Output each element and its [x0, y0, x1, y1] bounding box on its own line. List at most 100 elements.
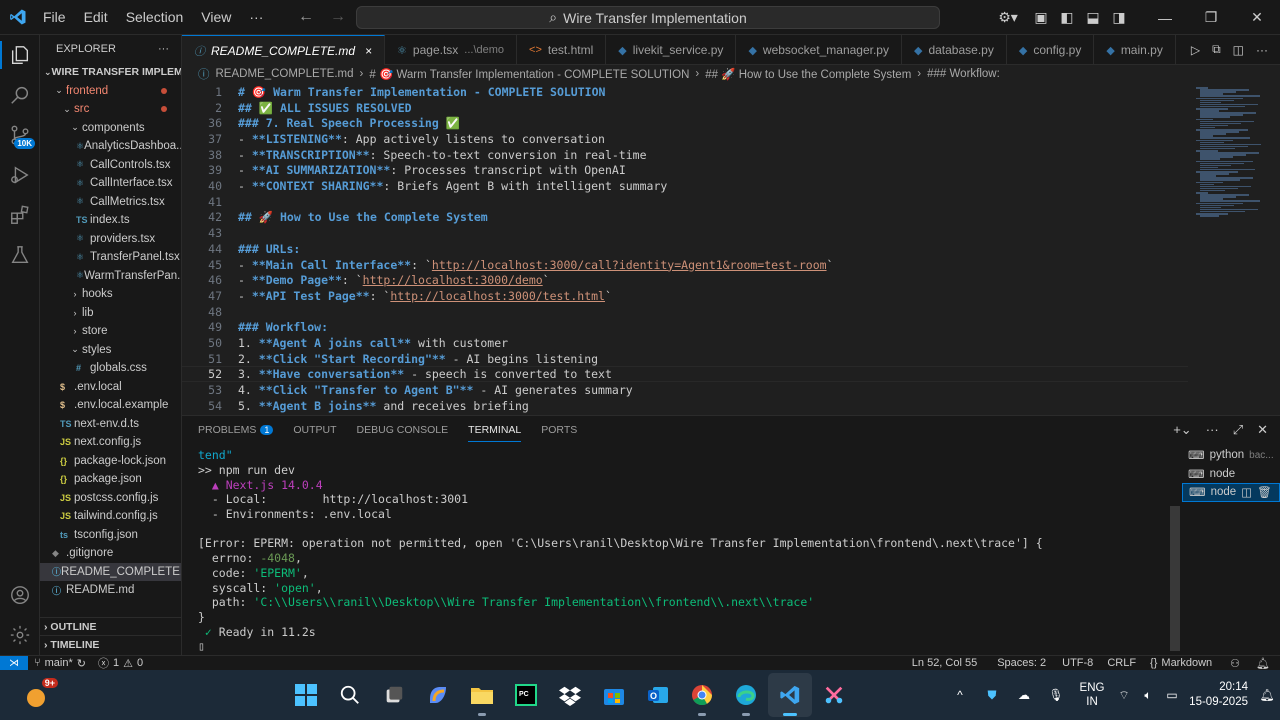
- code-line[interactable]: 44 ### URLs:: [182, 241, 300, 257]
- code-line[interactable]: 51 2. **Click "Start Recording"** - AI be…: [182, 351, 598, 367]
- code-line[interactable]: 48: [182, 304, 222, 320]
- close-tab-icon[interactable]: ×: [365, 44, 372, 58]
- code-line[interactable]: 42 ## 🚀 How to Use the Complete System: [182, 210, 488, 226]
- file-tree-item[interactable]: ⚛ CallMetrics.tsx: [40, 193, 181, 212]
- source-control-icon[interactable]: 10K: [0, 115, 40, 155]
- close-panel-icon[interactable]: ✕: [1257, 422, 1268, 438]
- file-tree-item[interactable]: {} package.json: [40, 470, 181, 489]
- code-line[interactable]: 36 ### 7. Real Speech Processing ✅: [182, 115, 460, 131]
- close-window-icon[interactable]: ✕: [1234, 0, 1280, 35]
- tab-config-py[interactable]: ◆ config.py: [1007, 35, 1095, 65]
- file-tree-item[interactable]: ⌄ styles: [40, 341, 181, 360]
- code-line[interactable]: 37 - **LISTENING**: App actively listens …: [182, 131, 605, 147]
- file-tree-item[interactable]: ⌄ components: [40, 119, 181, 138]
- file-tree-item[interactable]: JS postcss.config.js: [40, 489, 181, 508]
- terminal-instance[interactable]: ⌨ node ◫ 🗑︎: [1182, 483, 1280, 502]
- start-windows-icon[interactable]: [284, 673, 328, 717]
- file-tree-item[interactable]: ◆ .gitignore: [40, 544, 181, 563]
- code-line[interactable]: 38 - **TRANSCRIPTION**: Speech-to-text co…: [182, 147, 646, 163]
- cursor-position[interactable]: Ln 52, Col 55: [906, 657, 991, 669]
- explorer-icon[interactable]: [0, 35, 40, 75]
- weather-widget-icon[interactable]: 9+: [14, 676, 58, 720]
- menu-view[interactable]: View: [193, 5, 239, 29]
- microsoft-store-icon[interactable]: [592, 673, 636, 717]
- terminal-instance[interactable]: ⌨ node: [1182, 465, 1280, 484]
- new-terminal-icon[interactable]: +⌄: [1173, 422, 1191, 438]
- code-line[interactable]: 53 4. **Click "Transfer to Agent B"** - A…: [182, 382, 633, 398]
- manage-gear-icon[interactable]: [0, 615, 40, 655]
- code-line[interactable]: 49 ### Workflow:: [182, 320, 328, 336]
- menu-selection[interactable]: Selection: [118, 5, 192, 29]
- notifications-bell-icon[interactable]: 🔔︎: [1250, 657, 1280, 670]
- encoding[interactable]: UTF-8: [1056, 657, 1101, 669]
- task-view-icon[interactable]: [372, 673, 416, 717]
- branch-status[interactable]: ⑂ main* ↻: [28, 657, 92, 670]
- restore-icon[interactable]: ❐: [1188, 0, 1234, 35]
- panel-tab-debug-console[interactable]: DEBUG CONSOLE: [357, 416, 449, 444]
- code-line[interactable]: 41: [182, 194, 222, 210]
- menu-more[interactable]: ···: [241, 5, 271, 29]
- vscode-taskbar-icon[interactable]: [768, 673, 812, 717]
- file-tree-item[interactable]: $ .env.local.example: [40, 396, 181, 415]
- file-tree-item[interactable]: # globals.css: [40, 359, 181, 378]
- microphone-icon[interactable]: 🎙︎: [1040, 670, 1072, 720]
- tab-test-html[interactable]: <> test.html: [517, 35, 607, 65]
- run-icon[interactable]: ▷: [1191, 43, 1200, 57]
- open-preview-icon[interactable]: ⧉: [1212, 42, 1221, 57]
- problems-status[interactable]: ⓧ 1 ⚠ 0: [92, 655, 149, 671]
- line-ending[interactable]: CRLF: [1101, 657, 1144, 669]
- timeline-section[interactable]: › TIMELINE: [40, 635, 181, 653]
- file-tree-item[interactable]: ⚛ AnalyticsDashboa...: [40, 137, 181, 156]
- file-tree-item[interactable]: ⚛ CallControls.tsx: [40, 156, 181, 175]
- code-line[interactable]: 45 - **Main Call Interface**: `http://loc…: [182, 257, 833, 273]
- panel-tab-terminal[interactable]: TERMINAL: [468, 416, 522, 444]
- file-tree-item[interactable]: ⌄ frontend: [40, 82, 181, 101]
- tab-page-tsx[interactable]: ⚛ page.tsx ...\demo: [385, 35, 518, 65]
- toggle-secondary-sidebar-icon[interactable]: ◨: [1106, 0, 1132, 35]
- remote-indicator-icon[interactable]: ⋊: [0, 655, 28, 671]
- language-mode[interactable]: {} Markdown: [1144, 657, 1224, 669]
- terminal-output[interactable]: tend" >> npm run dev ▲ Next.js 14.0.4 - L…: [198, 448, 1163, 653]
- clock[interactable]: 20:14 15-09-2025: [1184, 680, 1254, 710]
- breadcrumb-h2[interactable]: ## 🚀 How to Use the Complete System: [705, 67, 911, 81]
- code-line[interactable]: 54 5. **Agent B joins** and receives brie…: [182, 398, 529, 414]
- menu-file[interactable]: File: [35, 5, 74, 29]
- minimize-icon[interactable]: —: [1142, 0, 1188, 35]
- chevron-up-icon[interactable]: ^: [944, 670, 976, 720]
- copilot-icon[interactable]: ⚙▾: [988, 0, 1028, 35]
- file-tree-item[interactable]: TS next-env.d.ts: [40, 415, 181, 434]
- menu-edit[interactable]: Edit: [76, 5, 116, 29]
- forward-arrow-icon[interactable]: →: [330, 8, 346, 26]
- language-indicator[interactable]: ENG IN: [1072, 681, 1112, 709]
- code-editor[interactable]: 1 # 🎯 Warm Transfer Implementation - COMP…: [182, 83, 1280, 415]
- command-center-search[interactable]: ⌕ Wire Transfer Implementation: [356, 6, 940, 29]
- file-tree-item[interactable]: ⌄ src: [40, 100, 181, 119]
- more-actions-icon[interactable]: ···: [1256, 43, 1268, 57]
- copilot-status-icon[interactable]: ⚇: [1224, 657, 1250, 670]
- code-line[interactable]: 39 - **AI SUMMARIZATION**: Processes tran…: [182, 163, 626, 179]
- taskbar-search-icon[interactable]: [328, 673, 372, 717]
- battery-icon[interactable]: ▭: [1160, 670, 1184, 720]
- file-tree-item[interactable]: JS next.config.js: [40, 433, 181, 452]
- snipping-tool-icon[interactable]: [812, 673, 856, 717]
- notification-center-icon[interactable]: 🔔︎: [1254, 670, 1280, 720]
- indentation[interactable]: Spaces: 2: [991, 657, 1056, 669]
- outline-section[interactable]: › OUTLINE: [40, 617, 181, 635]
- kill-terminal-icon[interactable]: 🗑︎: [1257, 485, 1272, 499]
- sync-icon[interactable]: ↻: [77, 657, 86, 670]
- accounts-icon[interactable]: [0, 575, 40, 615]
- toggle-panel-icon[interactable]: ⬓: [1080, 0, 1106, 35]
- file-tree-item[interactable]: ⚛ CallInterface.tsx: [40, 174, 181, 193]
- breadcrumb-file[interactable]: README_COMPLETE.md: [216, 68, 354, 80]
- maximize-panel-icon[interactable]: ⤢: [1233, 422, 1243, 438]
- file-tree-item[interactable]: › hooks: [40, 285, 181, 304]
- panel-tab-problems[interactable]: PROBLEMS 1: [198, 416, 274, 444]
- panel-tab-output[interactable]: OUTPUT: [293, 416, 336, 444]
- breadcrumb-h3[interactable]: ### Workflow:: [927, 68, 1000, 80]
- terminal-instance[interactable]: ⌨ python bac...: [1182, 446, 1280, 465]
- tab-websocket-manager-py[interactable]: ◆ websocket_manager.py: [736, 35, 902, 65]
- explorer-more-icon[interactable]: ···: [158, 43, 169, 55]
- split-terminal-icon[interactable]: ◫: [1241, 485, 1252, 499]
- code-line[interactable]: 1 # 🎯 Warm Transfer Implementation - COMP…: [182, 84, 605, 100]
- file-explorer-icon[interactable]: [460, 673, 504, 717]
